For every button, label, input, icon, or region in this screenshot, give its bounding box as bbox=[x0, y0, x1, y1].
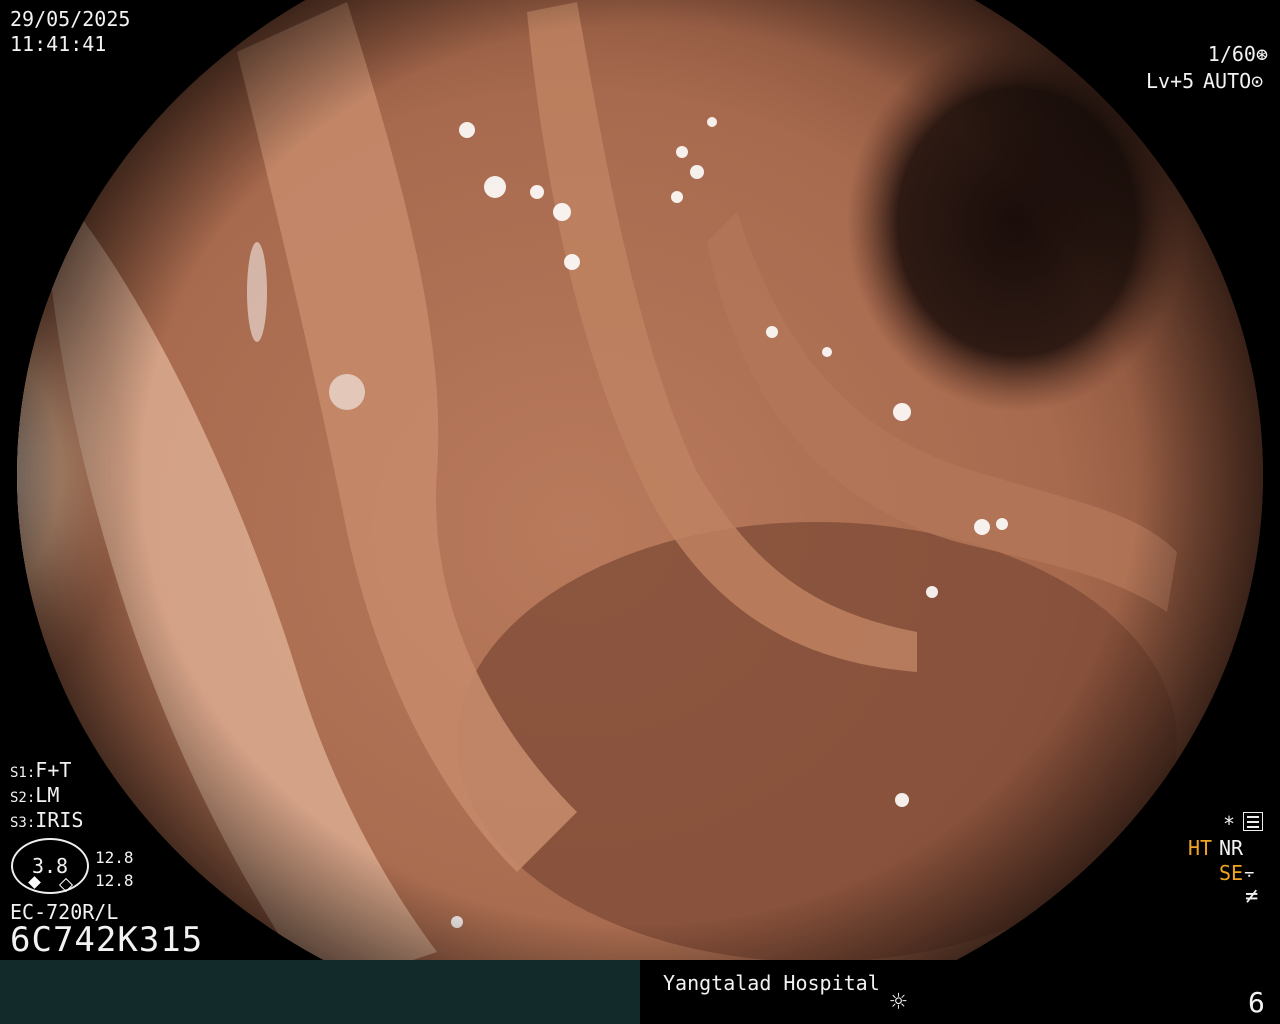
auto-iris-icon: ⊙ bbox=[1251, 69, 1264, 93]
shutter-aperture-icon: ⊛ bbox=[1255, 42, 1268, 66]
setting-s1-value: F+T bbox=[35, 758, 72, 782]
setting-s1-key: S1: bbox=[10, 765, 36, 781]
setting-s2-value: LM bbox=[35, 783, 60, 807]
ht-indicator: HT bbox=[1188, 836, 1213, 860]
hospital-name: Yangtalad Hospital bbox=[663, 971, 880, 995]
dial-reading-b: 12.8 bbox=[95, 871, 134, 890]
shutter-speed: 1/60⊛ bbox=[1208, 42, 1268, 66]
endoscopy-screen: 29/05/2025 11:41:41 1/60⊛ Lv+5 AUTO⊙ S1:… bbox=[0, 0, 1280, 1024]
shutter-value: 1/60 bbox=[1207, 42, 1256, 66]
date-readout: 29/05/2025 bbox=[10, 7, 131, 31]
insertion-dial: 3.8 bbox=[11, 838, 89, 894]
setting-s3-value: IRIS bbox=[35, 808, 84, 832]
dial-value: 3.8 bbox=[31, 854, 69, 878]
dial-marker-icon bbox=[28, 876, 41, 889]
star-indicator: * bbox=[1223, 812, 1236, 836]
setting-s3-key: S3: bbox=[10, 815, 36, 831]
dial-outline-marker-icon bbox=[58, 877, 74, 893]
se-indicator: SE bbox=[1219, 861, 1244, 885]
nr-indicator: NR bbox=[1219, 836, 1244, 860]
scope-serial: 6C742K315 bbox=[10, 920, 204, 960]
setting-s2-key: S2: bbox=[10, 790, 36, 806]
freeze-icon: ≠ bbox=[1245, 884, 1259, 909]
dial-reading-a: 12.8 bbox=[95, 848, 134, 867]
setting-s3: S3:IRIS bbox=[10, 808, 83, 832]
setting-s2: S2:LM bbox=[10, 783, 59, 807]
iris-mode: AUTO⊙ bbox=[1203, 69, 1263, 93]
brightness-level: Lv+5 bbox=[1146, 69, 1195, 93]
structure-enhance-icon: ⨪ bbox=[1244, 861, 1255, 882]
time-readout: 11:41:41 bbox=[10, 32, 107, 56]
endoscopic-image bbox=[17, 0, 1263, 1024]
menu-settings-icon bbox=[1243, 812, 1263, 831]
image-counter: 6 bbox=[1248, 986, 1265, 1019]
light-source-icon: ☼ bbox=[890, 985, 907, 1018]
iris-mode-label: AUTO bbox=[1203, 69, 1252, 93]
bottom-bar-left bbox=[0, 960, 640, 1024]
setting-s1: S1:F+T bbox=[10, 758, 71, 782]
